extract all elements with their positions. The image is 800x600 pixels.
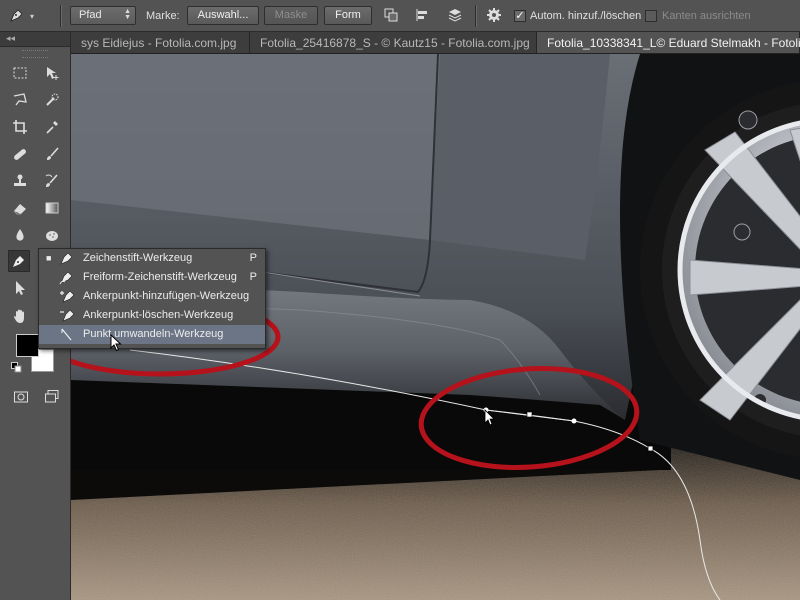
quick-selection-tool[interactable] <box>41 89 63 111</box>
delete-anchor-icon <box>60 309 75 322</box>
hand-icon <box>14 309 24 323</box>
default-colors-icon[interactable] <box>10 361 22 373</box>
screen-mode-icon[interactable] <box>41 386 63 408</box>
document-tabs: sys Eidiejus - Fotolia.com.jpg Fotolia_2… <box>71 32 800 54</box>
anchor-point <box>526 411 533 418</box>
hand-tool[interactable] <box>9 305 31 327</box>
select-arrows-icon: ▲ ▼ <box>124 8 131 21</box>
flyout-item-pen[interactable]: ■ Zeichenstift-Werkzeug P <box>39 249 265 268</box>
quick-selection-icon <box>46 93 59 106</box>
brush-tool[interactable] <box>41 143 63 165</box>
add-anchor-icon <box>60 290 75 303</box>
mask-button[interactable]: Maske <box>264 6 318 25</box>
spot-healing-brush-tool[interactable] <box>9 143 31 165</box>
divider <box>60 5 61 27</box>
history-brush-icon <box>45 174 58 187</box>
marquee-icon <box>13 67 27 79</box>
lasso-tool[interactable] <box>9 89 31 111</box>
convert-point-icon <box>61 328 72 341</box>
flyout-item-label: Freiform-Zeichenstift-Werkzeug <box>83 271 237 283</box>
crop-tool[interactable] <box>9 116 31 138</box>
flyout-item-label: Ankerpunkt-hinzufügen-Werkzeug <box>83 290 250 302</box>
align-edges-checkbox[interactable] <box>645 10 657 22</box>
eyedropper-tool[interactable] <box>41 116 63 138</box>
freeform-pen-icon <box>59 271 73 285</box>
chevron-down-icon: ▾ <box>30 11 35 21</box>
gradient-icon <box>45 202 59 214</box>
selection-button[interactable]: Auswahl... <box>187 6 259 25</box>
move-icon <box>47 67 59 80</box>
rectangular-marquee-tool[interactable] <box>9 62 31 84</box>
tab-document-1[interactable]: sys Eidiejus - Fotolia.com.jpg <box>71 32 250 53</box>
tool-mode-value: Pfad <box>79 9 102 21</box>
collapse-panel-icon[interactable]: ◂◂ <box>6 33 15 43</box>
align-edges-label: Kanten ausrichten <box>662 10 751 22</box>
flyout-item-label: Ankerpunkt-löschen-Werkzeug <box>83 309 234 321</box>
path-arrangement-icon[interactable] <box>446 6 464 24</box>
pen-icon <box>60 252 73 265</box>
drop-icon <box>16 229 24 241</box>
tab-document-3[interactable]: Fotolia_10338341_L© Eduard Stelmakh - Fo… <box>537 32 800 53</box>
options-bar: ▾ Pfad ▲ ▼ Marke: Auswahl... Maske Form ✓… <box>0 0 800 32</box>
stamp-icon <box>14 174 26 186</box>
mouse-cursor-icon <box>110 334 122 352</box>
lasso-icon <box>13 93 27 106</box>
blur-tool[interactable] <box>9 224 31 246</box>
history-brush-tool[interactable] <box>41 170 63 192</box>
eraser-icon <box>13 204 26 215</box>
pen-icon <box>13 256 24 267</box>
sponge-icon <box>46 231 58 241</box>
flyout-item-label: Zeichenstift-Werkzeug <box>83 252 193 264</box>
clone-stamp-tool[interactable] <box>9 170 31 192</box>
eraser-tool[interactable] <box>9 197 31 219</box>
shape-button[interactable]: Form <box>324 6 372 25</box>
brush-icon <box>47 147 59 160</box>
gradient-tool[interactable] <box>41 197 63 219</box>
move-tool[interactable] <box>41 62 63 84</box>
flyout-item-shortcut: P <box>249 252 257 264</box>
flyout-item-convert-point[interactable]: Punkt umwandeln-Werkzeug <box>39 325 265 344</box>
tab-document-2[interactable]: Fotolia_25416878_S - © Kautz15 - Fotolia… <box>250 32 537 53</box>
bandage-icon <box>14 149 26 160</box>
tools-panel-header[interactable]: ◂◂ <box>0 32 70 47</box>
tool-preset-picker[interactable]: ▾ <box>8 6 50 26</box>
path-selection-tool[interactable] <box>9 277 31 299</box>
flyout-item-delete-anchor[interactable]: Ankerpunkt-löschen-Werkzeug <box>39 306 265 325</box>
eyedropper-icon <box>46 121 58 134</box>
marke-label: Marke: <box>146 10 180 22</box>
auto-add-delete-checkbox[interactable]: ✓ <box>514 10 526 22</box>
crop-icon <box>13 120 27 134</box>
selected-bullet-icon: ■ <box>46 253 52 263</box>
flyout-item-freeform-pen[interactable]: Freiform-Zeichenstift-Werkzeug P <box>39 268 265 287</box>
dodge-tool[interactable] <box>41 224 63 246</box>
flyout-item-label: Punkt umwandeln-Werkzeug <box>83 328 224 340</box>
pen-icon <box>8 6 26 27</box>
path-operations-icon[interactable] <box>382 6 400 24</box>
arrow-cursor-icon <box>16 281 25 295</box>
path-alignment-icon[interactable] <box>413 6 431 24</box>
flyout-item-shortcut: P <box>249 271 257 283</box>
flyout-item-add-anchor[interactable]: Ankerpunkt-hinzufügen-Werkzeug <box>39 287 265 306</box>
pen-tool[interactable] <box>8 250 30 272</box>
quick-mask-icon[interactable] <box>10 386 32 408</box>
divider <box>475 5 476 27</box>
pen-tool-flyout-menu: ■ Zeichenstift-Werkzeug P Freiform-Zeich… <box>38 248 266 349</box>
panel-grip[interactable] <box>22 50 48 58</box>
anchor-point <box>647 445 654 452</box>
gear-icon[interactable] <box>485 6 503 24</box>
tool-mode-select[interactable]: Pfad ▲ ▼ <box>70 6 136 25</box>
foreground-color-swatch[interactable] <box>16 334 39 357</box>
auto-add-delete-label: Autom. hinzuf./löschen <box>530 10 642 22</box>
